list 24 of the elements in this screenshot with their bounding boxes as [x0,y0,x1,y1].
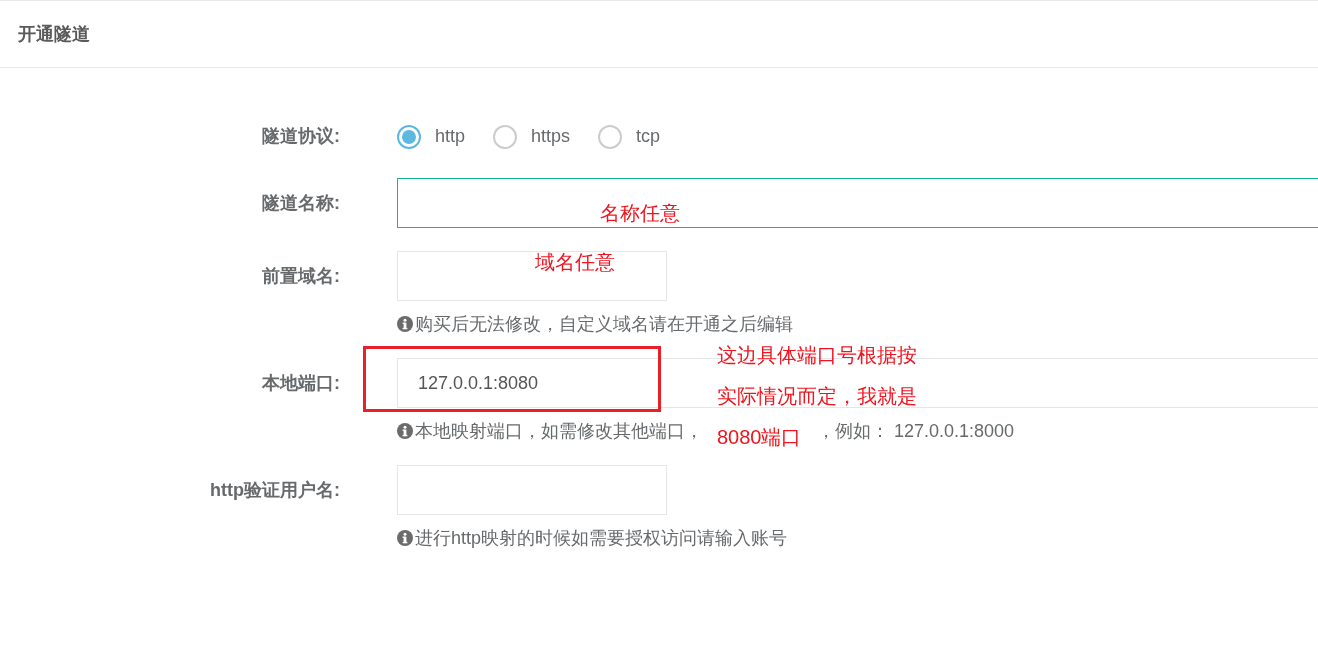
field-label: 本地端口: [262,371,340,395]
annotation-text: 实际情况而定，我就是 [717,384,917,408]
hint-text: 进行http映射的时候如需要授权访问请输入账号 [415,526,788,550]
radio-button[interactable] [598,124,623,149]
radio-option[interactable]: https [493,123,571,150]
radio-option[interactable]: http [397,123,466,150]
info-icon [397,530,413,546]
field-label: 隧道协议: [262,125,340,148]
annotation-text: 8080端口 [717,425,802,449]
panel-title: 开通隧道 [18,22,90,46]
radio-option[interactable]: tcp [598,123,661,150]
radio-button[interactable] [397,124,421,149]
field-label: http验证用户名: [210,478,340,502]
field-label: 隧道名称: [262,191,340,215]
text-field[interactable] [397,178,1318,228]
radio-button[interactable] [493,124,518,149]
annotation-text: 域名任意 [535,250,615,274]
field-label: 前置域名: [262,264,340,288]
info-icon [397,423,413,439]
hint-text: ，例如： 127.0.0.1:8000 [817,419,1015,443]
hint-text: 购买后无法修改，自定义域名请在开通之后编辑 [415,312,793,336]
hint-text: 本地映射端口，如需修改其他端口， [415,419,703,443]
info-icon [397,316,413,332]
annotation-text: 名称任意 [600,201,680,225]
